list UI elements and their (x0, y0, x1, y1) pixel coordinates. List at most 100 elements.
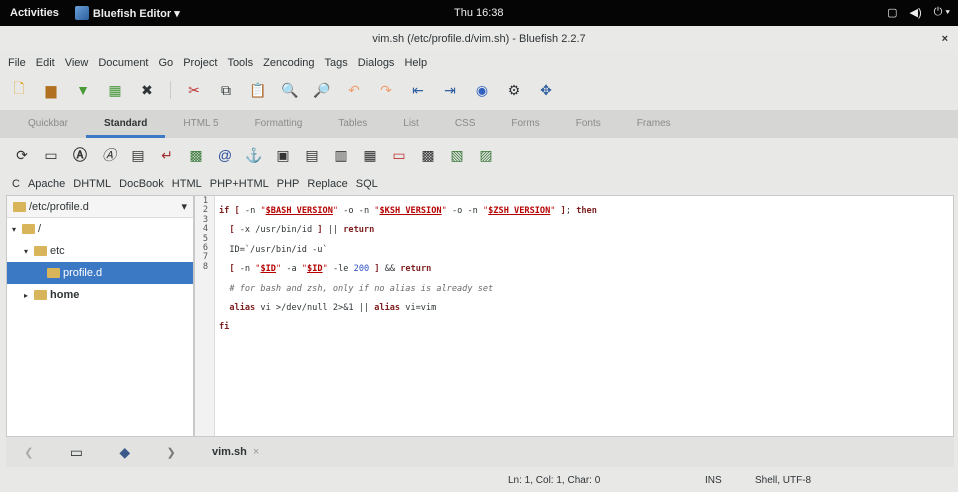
tree-item-home[interactable]: ▸ home (7, 284, 193, 306)
open-file-icon[interactable]: ▆ (42, 81, 60, 99)
paragraph-icon[interactable]: ▤ (128, 145, 148, 165)
menu-tools[interactable]: Tools (227, 57, 253, 69)
unindent-icon[interactable]: ⇤ (409, 81, 427, 99)
snippet-docbook[interactable]: DocBook (119, 178, 164, 190)
snippet-php-html[interactable]: PHP+HTML (210, 178, 269, 190)
center-icon[interactable]: ▤ (302, 145, 322, 165)
document-tabs: vim.sh × (194, 437, 954, 467)
expand-icon[interactable]: ▾ (9, 225, 19, 234)
close-icon[interactable]: × (942, 26, 948, 52)
menu-help[interactable]: Help (404, 57, 427, 69)
snippet-php[interactable]: PHP (277, 178, 300, 190)
line-numbers: 1 2 3 4 5 6 7 8 (195, 196, 215, 436)
snippet-c[interactable]: C (12, 178, 20, 190)
menu-edit[interactable]: Edit (36, 57, 55, 69)
clock[interactable]: Thu 16:38 (454, 7, 504, 19)
tab-formatting[interactable]: Formatting (237, 112, 321, 138)
tab-forms[interactable]: Forms (493, 112, 557, 138)
close-file-icon[interactable]: ✖ (138, 81, 156, 99)
code-line: # for bash and zsh, only if no alias is … (229, 283, 494, 294)
bold-icon[interactable]: Ⓐ (70, 145, 90, 165)
image-icon[interactable]: ▩ (418, 145, 438, 165)
save-icon[interactable]: ▼ (74, 81, 92, 99)
bluefish-icon (74, 6, 89, 20)
toolbar-tabs: Quickbar Standard HTML 5 Formatting Tabl… (0, 110, 958, 138)
menu-file[interactable]: File (8, 57, 26, 69)
menu-tags[interactable]: Tags (325, 57, 348, 69)
thumbnail-icon[interactable]: ▧ (447, 145, 467, 165)
tab-html5[interactable]: HTML 5 (165, 112, 236, 138)
italic-icon[interactable]: Ⓐ (99, 145, 119, 165)
email-icon[interactable]: @ (215, 145, 235, 165)
paste-icon[interactable]: 📋 (249, 81, 267, 99)
system-tray[interactable]: ▢ ◀) ⏻ ▾ (887, 6, 950, 19)
search-icon[interactable]: 🔍 (281, 81, 299, 99)
main-toolbar: 🗋 ▆ ▼ ▦ ✖ ✂ ⧉ 📋 🔍 🔎 ↶ ↷ ⇤ ⇥ ◉ ⚙ ✥ (0, 76, 958, 104)
replace-icon[interactable]: 🔎 (313, 81, 331, 99)
snippet-dhtml[interactable]: DHTML (73, 178, 111, 190)
activities-button[interactable]: Activities (0, 7, 67, 19)
input-icon[interactable]: ▭ (389, 145, 409, 165)
tab-fonts[interactable]: Fonts (558, 112, 619, 138)
toolbar-divider (170, 81, 171, 99)
menu-project[interactable]: Project (183, 57, 217, 69)
save-as-icon[interactable]: ▦ (106, 81, 124, 99)
chevron-left-icon[interactable]: ❮ (24, 446, 33, 459)
new-file-icon[interactable]: 🗋 (10, 80, 28, 99)
snippet-apache[interactable]: Apache (28, 178, 65, 190)
snippet-sql[interactable]: SQL (356, 178, 378, 190)
horizontal-rule-icon[interactable]: ▣ (273, 145, 293, 165)
fullscreen-icon[interactable]: ✥ (537, 81, 555, 99)
expand-icon[interactable]: ▾ (21, 247, 31, 256)
menu-go[interactable]: Go (159, 57, 174, 69)
tree-item-root[interactable]: ▾ / (7, 218, 193, 240)
tree-item-profile-d[interactable]: profile.d (7, 262, 193, 284)
menu-document[interactable]: Document (98, 57, 148, 69)
tree-item-etc[interactable]: ▾ etc (7, 240, 193, 262)
filetype-encoding[interactable]: Shell, UTF-8 (755, 475, 811, 486)
nbsp-icon[interactable]: ▩ (186, 145, 206, 165)
tab-list[interactable]: List (385, 112, 437, 138)
body-icon[interactable]: ▭ (41, 145, 61, 165)
window-titlebar: vim.sh (/etc/profile.d/vim.sh) - Bluefis… (0, 26, 958, 52)
filebrowser-tab-icon[interactable]: ▭ (70, 444, 83, 461)
comment-icon[interactable]: ▦ (360, 145, 380, 165)
snippet-replace[interactable]: Replace (307, 178, 347, 190)
code-text[interactable]: if [ -n "$BASH_VERSION" -o -n "$KSH_VERS… (219, 197, 597, 372)
system-topbar: Activities Bluefish Editor ▾ Thu 16:38 ▢… (0, 0, 958, 26)
indent-icon[interactable]: ⇥ (441, 81, 459, 99)
redo-icon[interactable]: ↷ (377, 81, 395, 99)
doc-tab-vim-sh[interactable]: vim.sh × (212, 446, 259, 458)
path-selector[interactable]: /etc/profile.d ▾ (7, 196, 193, 218)
code-editor[interactable]: 1 2 3 4 5 6 7 8 if [ -n "$BASH_VERSION" … (194, 195, 954, 437)
tab-quickbar[interactable]: Quickbar (10, 112, 86, 138)
break-icon[interactable]: ↵ (157, 145, 177, 165)
copy-icon[interactable]: ⧉ (217, 81, 235, 99)
window-title: vim.sh (/etc/profile.d/vim.sh) - Bluefis… (372, 33, 586, 45)
quickstart-icon[interactable]: ⟳ (12, 145, 32, 165)
cut-icon[interactable]: ✂ (185, 81, 203, 99)
undo-icon[interactable]: ↶ (345, 81, 363, 99)
right-align-icon[interactable]: ▥ (331, 145, 351, 165)
app-menu[interactable]: Bluefish Editor ▾ (67, 6, 180, 20)
menu-dialogs[interactable]: Dialogs (358, 57, 395, 69)
close-icon[interactable]: × (253, 446, 259, 458)
folder-icon (34, 290, 47, 300)
chevron-right-icon[interactable]: ❯ (167, 446, 176, 459)
snippet-html[interactable]: HTML (172, 178, 202, 190)
preferences-icon[interactable]: ⚙ (505, 81, 523, 99)
menu-view[interactable]: View (65, 57, 89, 69)
tab-standard[interactable]: Standard (86, 112, 166, 138)
multi-thumbnail-icon[interactable]: ▨ (476, 145, 496, 165)
menu-zencoding[interactable]: Zencoding (263, 57, 314, 69)
tab-frames[interactable]: Frames (619, 112, 689, 138)
bookmarks-tab-icon[interactable]: ◆ (119, 444, 130, 461)
tab-css[interactable]: CSS (437, 112, 494, 138)
preview-icon[interactable]: ◉ (473, 81, 491, 99)
tab-tables[interactable]: Tables (320, 112, 385, 138)
file-tree: ▾ / ▾ etc profile.d ▸ home (7, 218, 193, 306)
expand-icon[interactable]: ▸ (21, 291, 31, 300)
code-line: fi (219, 322, 230, 333)
anchor-icon[interactable]: ⚓ (244, 145, 264, 165)
insert-mode[interactable]: INS (705, 475, 722, 486)
